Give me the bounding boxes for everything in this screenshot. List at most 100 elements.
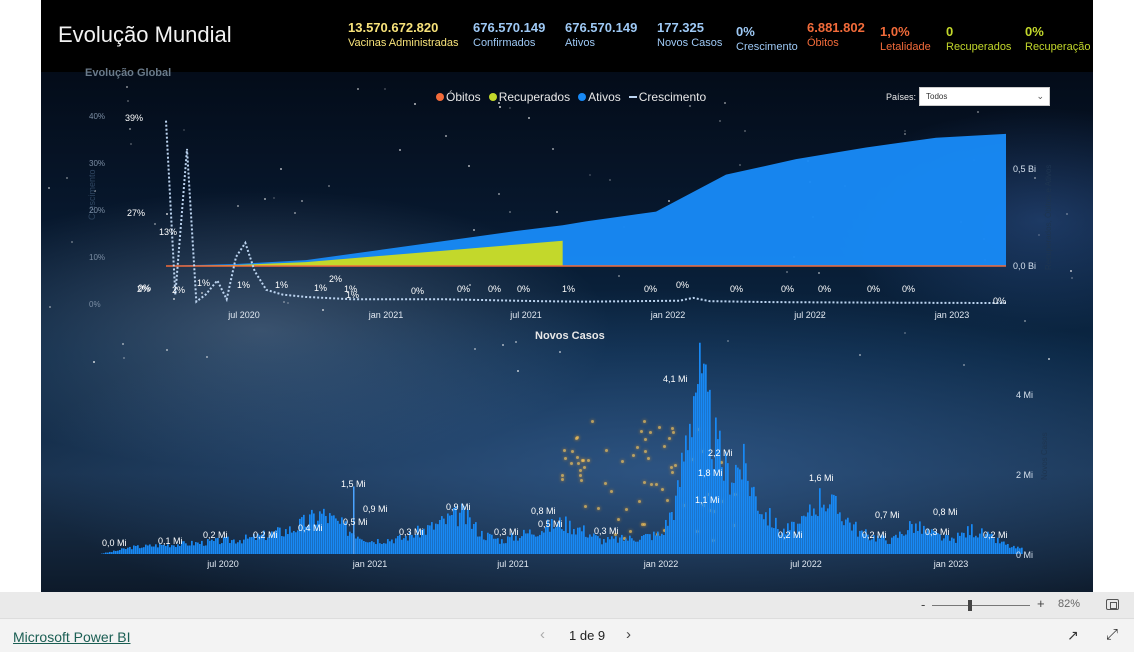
new-cases-bar[interactable] — [455, 506, 457, 554]
new-cases-bar[interactable] — [723, 480, 725, 554]
new-cases-bar[interactable] — [173, 545, 175, 554]
new-cases-bar[interactable] — [475, 522, 477, 554]
new-cases-bar[interactable] — [145, 544, 147, 554]
new-cases-bar[interactable] — [833, 494, 835, 554]
new-cases-bar[interactable] — [255, 539, 257, 554]
new-cases-bar[interactable] — [153, 546, 155, 554]
new-cases-bar[interactable] — [681, 452, 683, 554]
new-cases-bar[interactable] — [185, 543, 187, 554]
new-cases-bar[interactable] — [525, 533, 527, 554]
new-cases-bar[interactable] — [967, 526, 969, 554]
new-cases-bar[interactable] — [765, 512, 767, 554]
new-cases-bar[interactable] — [495, 538, 497, 554]
new-cases-bar[interactable] — [453, 507, 455, 554]
new-cases-bar[interactable] — [577, 527, 579, 554]
new-cases-bar[interactable] — [381, 543, 383, 554]
new-cases-bar[interactable] — [157, 547, 159, 554]
new-cases-bar[interactable] — [631, 538, 633, 554]
new-cases-bar[interactable] — [361, 539, 363, 554]
new-cases-bar[interactable] — [121, 548, 123, 554]
new-cases-bar[interactable] — [487, 532, 489, 554]
new-cases-bar[interactable] — [141, 547, 143, 554]
new-cases-bar[interactable] — [369, 542, 371, 554]
new-cases-bar[interactable] — [977, 537, 979, 554]
new-cases-bar[interactable] — [291, 532, 293, 554]
new-cases-bar[interactable] — [493, 538, 495, 554]
new-cases-bar[interactable] — [131, 549, 133, 554]
new-cases-bar[interactable] — [137, 545, 139, 554]
new-cases-bar[interactable] — [117, 550, 119, 554]
new-cases-bar[interactable] — [637, 541, 639, 554]
new-cases-bar[interactable] — [763, 519, 765, 554]
new-cases-bar[interactable] — [669, 512, 671, 554]
new-cases-bar[interactable] — [1007, 544, 1009, 554]
new-cases-bar[interactable] — [497, 538, 499, 554]
new-cases-bar[interactable] — [651, 540, 653, 554]
new-cases-bar[interactable] — [629, 535, 631, 554]
new-cases-bar[interactable] — [503, 543, 505, 554]
new-cases-bar[interactable] — [279, 527, 281, 554]
new-cases-bar[interactable] — [571, 534, 573, 554]
new-cases-bar[interactable] — [703, 363, 705, 554]
new-cases-bar[interactable] — [513, 540, 515, 554]
new-cases-bar[interactable] — [733, 482, 735, 554]
new-cases-bar[interactable] — [971, 524, 973, 554]
new-cases-bar[interactable] — [661, 533, 663, 554]
new-cases-bar[interactable] — [585, 536, 587, 554]
new-cases-bar[interactable] — [907, 530, 909, 554]
new-cases-bar[interactable] — [815, 514, 817, 554]
new-cases-bar[interactable] — [111, 552, 113, 554]
new-cases-bar[interactable] — [543, 532, 545, 554]
power-bi-link[interactable]: Microsoft Power BI — [13, 629, 130, 645]
new-cases-bar[interactable] — [769, 508, 771, 554]
new-cases-bar[interactable] — [749, 496, 751, 554]
new-cases-bar[interactable] — [615, 536, 617, 554]
new-cases-bar[interactable] — [399, 534, 401, 554]
new-cases-bar[interactable] — [951, 537, 953, 554]
new-cases-bar[interactable] — [441, 516, 443, 554]
new-cases-bar[interactable] — [149, 544, 151, 554]
new-cases-bar[interactable] — [103, 553, 105, 554]
new-cases-bar[interactable] — [437, 524, 439, 554]
new-cases-bar[interactable] — [515, 535, 517, 554]
new-cases-bar[interactable] — [129, 546, 131, 554]
new-cases-bar[interactable] — [891, 537, 893, 554]
new-cases-bar[interactable] — [995, 543, 997, 554]
new-cases-bar[interactable] — [283, 536, 285, 554]
new-cases-bar[interactable] — [905, 534, 907, 554]
new-cases-bar[interactable] — [521, 536, 523, 554]
new-cases-bar[interactable] — [247, 538, 249, 554]
new-cases-bar[interactable] — [385, 543, 387, 554]
new-cases-bar[interactable] — [425, 534, 427, 554]
new-cases-bar[interactable] — [909, 521, 911, 554]
new-cases-bar[interactable] — [725, 451, 727, 554]
new-cases-bar[interactable] — [665, 519, 667, 554]
new-cases-bar[interactable] — [767, 525, 769, 554]
new-cases-bar[interactable] — [647, 534, 649, 554]
new-cases-bar[interactable] — [241, 543, 243, 554]
new-cases-bar[interactable] — [281, 536, 283, 554]
new-cases-bar[interactable] — [621, 534, 623, 554]
new-cases-bar[interactable] — [947, 535, 949, 554]
new-cases-bar[interactable] — [293, 530, 295, 554]
new-cases-bar[interactable] — [739, 469, 741, 554]
new-cases-bar[interactable] — [701, 373, 703, 554]
new-cases-bar[interactable] — [401, 539, 403, 554]
new-cases-bar[interactable] — [673, 520, 675, 554]
new-cases-bar[interactable] — [1005, 544, 1007, 554]
new-cases-bar[interactable] — [579, 527, 581, 554]
new-cases-bar[interactable] — [575, 534, 577, 554]
new-cases-bar[interactable] — [107, 552, 109, 554]
new-cases-bar[interactable] — [893, 536, 895, 554]
new-cases-bar[interactable] — [857, 536, 859, 554]
new-cases-bar[interactable] — [655, 535, 657, 554]
new-cases-bar[interactable] — [449, 515, 451, 554]
new-cases-bar[interactable] — [677, 480, 679, 554]
new-cases-bar[interactable] — [529, 529, 531, 554]
new-cases-bar[interactable] — [415, 534, 417, 554]
new-cases-bar[interactable] — [549, 531, 551, 554]
new-cases-bar[interactable] — [949, 540, 951, 554]
new-cases-bar[interactable] — [895, 534, 897, 554]
new-cases-bar[interactable] — [847, 517, 849, 554]
new-cases-chart[interactable]: 4 Mi 2 Mi 0 Mi Novos Casos 0,0 Mi 0,1 Mi 0,2 M… — [41, 340, 1093, 580]
